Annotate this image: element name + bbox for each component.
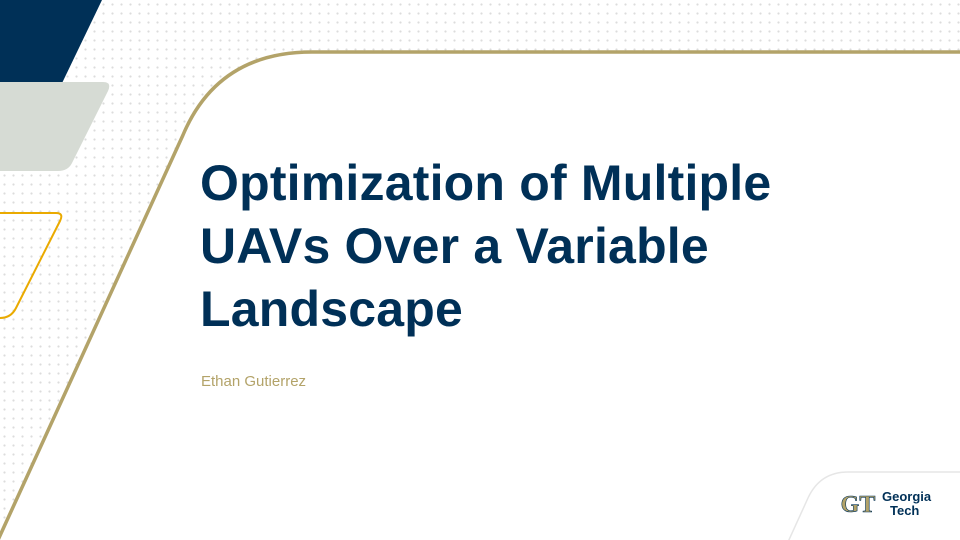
slide-title: Optimization of Multiple UAVs Over a Var… [200, 152, 900, 341]
logo-line-1: Georgia [882, 489, 932, 504]
title-line-2: UAVs Over a Variable [200, 218, 709, 274]
gt-monogram-icon: GT [840, 492, 876, 518]
logo-line-2: Tech [890, 503, 920, 518]
author-name: Ethan Gutierrez [201, 373, 307, 390]
title-slide: Optimization of Multiple UAVs Over a Var… [0, 0, 960, 540]
title-line-3: Landscape [200, 281, 464, 337]
title-line-1: Optimization of Multiple [200, 155, 772, 211]
gt-monogram-text: GT [841, 492, 876, 518]
georgia-tech-logo: GT Georgia Tech [836, 488, 931, 520]
gray-corner-shape [0, 82, 110, 171]
yellow-outline-shape [0, 212, 63, 319]
logo-wordmark: Georgia Tech [882, 490, 931, 518]
